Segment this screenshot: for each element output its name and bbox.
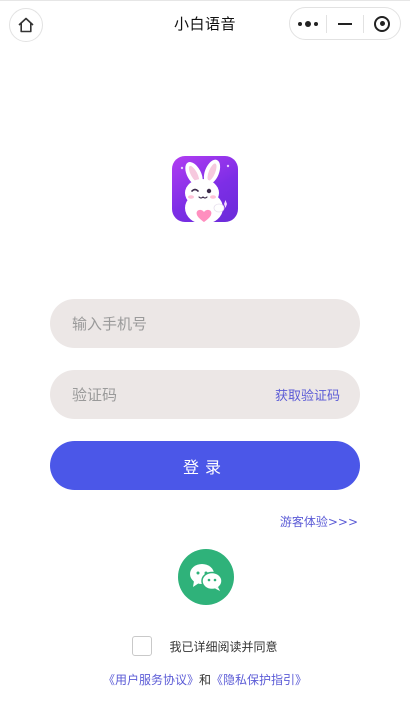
minimize-button[interactable]: [327, 8, 363, 39]
code-input[interactable]: [72, 385, 275, 404]
phone-input[interactable]: [72, 314, 340, 333]
more-button[interactable]: [290, 8, 326, 39]
minimize-icon: [338, 22, 352, 25]
guest-link[interactable]: 游客体验>>>: [280, 513, 358, 530]
policy-links: 《用户服务协议》和《隐私保护指引》: [0, 671, 410, 688]
app-logo: [172, 156, 238, 222]
agreement-text: 我已详细阅读并同意: [169, 639, 278, 654]
login-screen: 小白语音 输入手机号 验证码 获取验证码 登录 游客体验>>> 我已详细阅读并同…: [0, 0, 410, 714]
privacy-policy-link[interactable]: 《隐私保护指引》: [211, 673, 307, 687]
mini-program-capsule: [289, 7, 401, 40]
get-code-button[interactable]: 获取验证码: [275, 385, 340, 404]
wechat-icon: [190, 564, 223, 591]
target-close-icon: [374, 15, 390, 32]
phone-field: [50, 299, 360, 348]
wechat-login-button[interactable]: [178, 549, 234, 605]
conjunction-text: 和: [198, 673, 211, 687]
agree-checkbox[interactable]: [132, 636, 153, 656]
login-button[interactable]: 登录: [50, 441, 360, 490]
user-agreement-link[interactable]: 《用户服务协议》: [103, 673, 199, 687]
bunny-mascot-logo: [180, 159, 230, 222]
code-field: 获取验证码: [50, 370, 360, 419]
more-dots-icon: [298, 20, 318, 27]
agreement-row: 我已详细阅读并同意: [0, 636, 410, 656]
close-button[interactable]: [364, 8, 400, 39]
